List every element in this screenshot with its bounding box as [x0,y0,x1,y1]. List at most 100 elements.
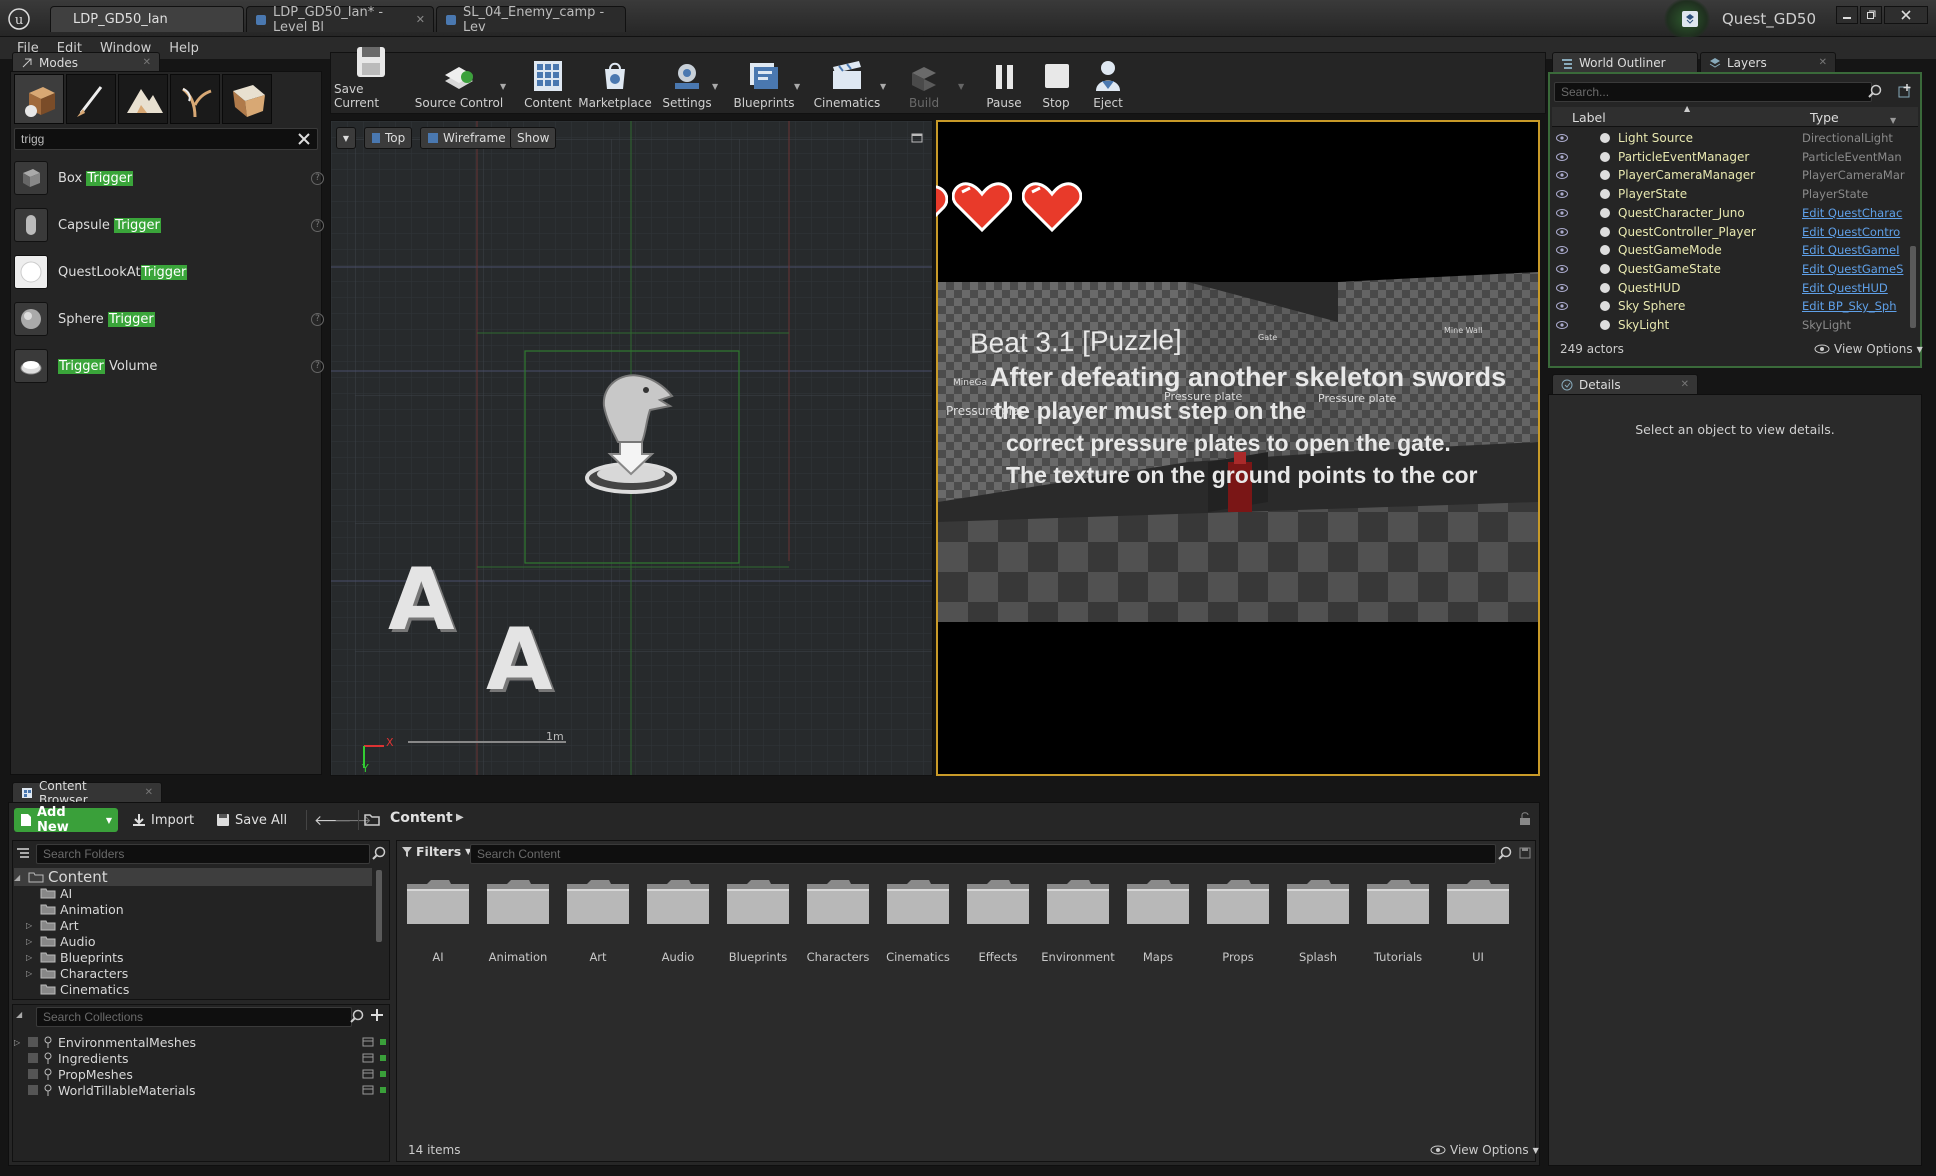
menu-help[interactable]: Help [160,41,208,56]
close-window-icon[interactable] [1884,6,1928,24]
outliner-row[interactable]: ParticleEventManager ParticleEventMan [1552,148,1916,166]
outliner-row[interactable]: Light Source DirectionalLight [1552,129,1916,147]
outliner-row[interactable]: QuestGameState Edit QuestGameS [1552,260,1916,278]
folder-tree-item[interactable]: ▷ Characters [26,965,128,981]
folder-tree-item[interactable]: Animation [26,901,124,917]
help-icon[interactable]: ? [311,359,324,373]
list-item-trigger-volume[interactable]: Trigger Volume ? [14,344,324,388]
folder-tile[interactable]: Art [563,876,633,964]
source-control-dropdown-icon[interactable]: ▼ [500,82,506,91]
render-mode-button[interactable]: Wireframe [420,127,513,149]
actor-type[interactable]: Edit QuestGameI [1802,243,1914,257]
show-button[interactable]: Show [510,127,557,149]
look-at-trigger-actor-icon[interactable] [580,366,680,496]
list-item-capsule-trigger[interactable]: Capsule Trigger ? [14,203,324,247]
outliner-view-options-button[interactable]: View Options ▼ [1814,342,1923,356]
breadcrumb-chevron-icon[interactable]: ▶ [456,812,464,823]
maximize-viewport-icon[interactable] [910,132,924,144]
content-view-options-button[interactable]: View Options ▼ [1430,1143,1539,1157]
folder-tile[interactable]: Blueprints [723,876,793,964]
list-item-sphere-trigger[interactable]: Sphere Trigger ? [14,297,324,341]
folder-tile[interactable]: Props [1203,876,1273,964]
settings-button[interactable]: Settings [656,54,718,112]
visibility-eye-icon[interactable] [1556,152,1568,161]
viewport-options-dropdown[interactable]: ▼ [336,127,356,149]
help-icon[interactable]: ? [311,312,324,326]
folder-tile[interactable]: Animation [483,876,553,964]
column-type-header[interactable]: Type [1810,110,1839,125]
actor-type[interactable]: Edit QuestGameS [1802,262,1914,276]
outliner-row[interactable]: PlayerState PlayerState [1552,185,1916,203]
type-column-dropdown-icon[interactable]: ▼ [1890,116,1896,125]
unreal-logo-icon[interactable]: u [8,8,30,30]
details-tab[interactable]: Details ✕ [1552,374,1698,394]
clear-search-icon[interactable] [296,131,312,147]
folder-tile[interactable]: Splash [1283,876,1353,964]
stop-button[interactable]: Stop [1032,54,1080,112]
collection-item[interactable]: Ingredients [14,1050,386,1066]
list-item-questlookat-trigger[interactable]: QuestLookAtTrigger [14,250,324,294]
world-outliner-tab[interactable]: World Outliner [1552,52,1698,72]
layers-tab[interactable]: Layers ✕ [1700,52,1836,72]
outliner-row[interactable]: QuestController_Player Edit QuestContro [1552,223,1916,241]
modes-search-input[interactable] [14,128,318,150]
close-icon[interactable]: ✕ [143,57,151,68]
visibility-eye-icon[interactable] [1556,208,1568,217]
folder-tile[interactable]: Environment [1041,876,1115,964]
foliage-mode-button[interactable] [170,74,220,124]
search-collections-input[interactable] [36,1007,352,1027]
landscape-mode-button[interactable] [118,74,168,124]
folder-tree-item[interactable]: ▷ Audio [26,933,96,949]
sources-toggle-icon[interactable] [16,846,30,860]
filters-button[interactable]: Filters ▼ [402,844,471,859]
column-label-header[interactable]: Label [1572,110,1606,125]
tab-level-blueprint[interactable]: LDP_GD50_Ian* - Level Bl ✕ [246,5,434,35]
collection-item[interactable]: WorldTillableMaterials [14,1082,386,1098]
save-search-icon[interactable] [1518,846,1532,860]
outliner-scrollbar[interactable] [1910,246,1916,328]
search-content-input[interactable] [470,844,1496,864]
folder-tree-scrollbar[interactable] [376,870,382,942]
collection-item[interactable]: PropMeshes [14,1066,386,1082]
outliner-row[interactable]: SkyLight SkyLight [1552,316,1916,334]
folder-tile[interactable]: Maps [1123,876,1193,964]
import-button[interactable]: Import [126,808,200,832]
actor-type[interactable]: Edit QuestHUD [1802,281,1914,295]
folder-tile[interactable]: AI [403,876,473,964]
actor-type[interactable]: Edit QuestContro [1802,225,1914,239]
minimize-icon[interactable] [1836,6,1858,24]
geometry-mode-button[interactable] [222,74,272,124]
content-browser-tab[interactable]: Content Browser ✕ [12,779,162,807]
folder-tile[interactable]: Cinematics [883,876,953,964]
restore-icon[interactable] [1860,6,1882,24]
text-render-actor-a[interactable]: A [486,610,553,710]
build-dropdown-icon[interactable]: ▼ [958,82,964,91]
folder-tile[interactable]: Effects [963,876,1033,964]
add-collection-icon[interactable] [370,1008,384,1022]
marketplace-button[interactable]: Marketplace [578,54,652,112]
add-new-button[interactable]: Add New ▼ [14,805,118,835]
eject-button[interactable]: Eject [1084,54,1132,112]
source-control-button[interactable]: Source Control [412,54,506,112]
folder-tree-item[interactable]: AI [26,885,72,901]
tree-expand-icon[interactable]: ▷ [26,969,36,978]
settings-dropdown-icon[interactable]: ▼ [712,82,718,91]
close-icon[interactable]: ✕ [1819,57,1827,68]
collapse-collections-icon[interactable]: ◢ [16,1010,22,1019]
tree-expand-icon[interactable]: ▷ [26,953,36,962]
place-mode-button[interactable] [14,74,64,124]
save-current-button[interactable]: Save Current [334,47,408,112]
folder-tile[interactable]: UI [1443,876,1513,964]
actor-type[interactable]: Edit QuestCharac [1802,206,1914,220]
folder-tile[interactable]: Characters [803,876,873,964]
outliner-row[interactable]: QuestGameMode Edit QuestGameI [1552,241,1916,259]
outliner-row[interactable]: QuestHUD Edit QuestHUD [1552,279,1916,297]
blueprints-button[interactable]: Blueprints [732,54,796,112]
close-icon[interactable]: ✕ [416,13,425,26]
cinematics-button[interactable]: Cinematics [812,54,882,112]
tree-expand-icon[interactable]: ▷ [26,921,36,930]
folder-tree-item[interactable]: ◢ Content [14,868,108,886]
add-filter-icon[interactable] [1896,82,1914,100]
folder-tile[interactable]: Audio [643,876,713,964]
folder-tree-item[interactable]: ▷ Blueprints [26,949,124,965]
